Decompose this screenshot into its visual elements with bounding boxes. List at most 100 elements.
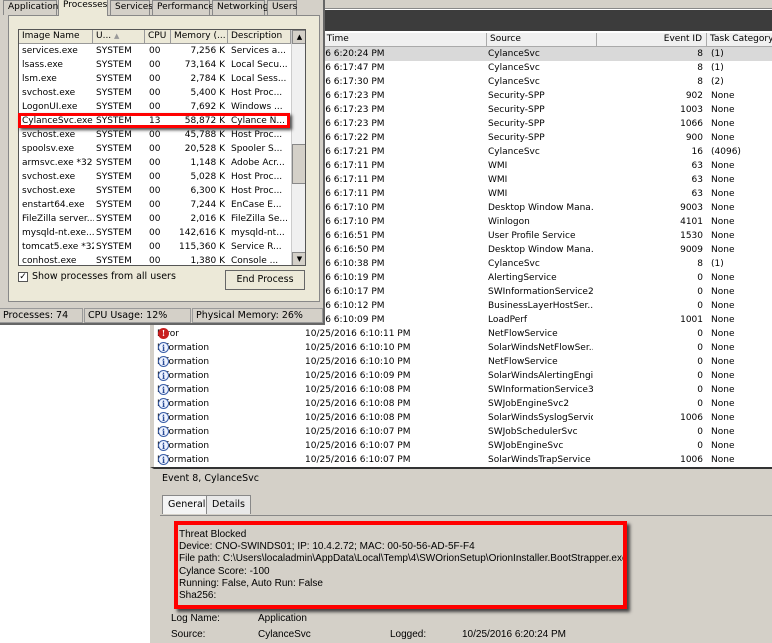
column-image-name[interactable]: Image Name <box>19 30 93 44</box>
event-id-text: 1530 <box>680 231 703 241</box>
process-description: EnCase E... <box>231 200 282 210</box>
process-row[interactable]: tomcat5.exe *32 SYSTEM 00 115,360 K Service … <box>19 240 291 254</box>
column-memory[interactable]: Memory (... <box>171 30 228 44</box>
event-task-category: None <box>711 299 771 313</box>
event-row[interactable]: i Information 10/25/2016 6:10:07 PM SolarWi… <box>154 453 772 467</box>
event-task-category: None <box>711 103 771 117</box>
process-row[interactable]: FileZilla server... SYSTEM 00 2,016 K FileZi… <box>19 212 291 226</box>
process-user: SYSTEM <box>96 214 132 224</box>
process-row[interactable]: svchost.exe SYSTEM 00 5,400 K Host Proc... <box>19 86 291 100</box>
process-row[interactable]: LogonUI.exe SYSTEM 00 7,692 K Windows ... <box>19 100 291 114</box>
column-date-time[interactable]: and Time <box>304 33 487 47</box>
process-scrollbar[interactable]: ▲ ▼ <box>291 30 305 265</box>
event-task-category-text: None <box>711 287 735 297</box>
information-icon: i <box>158 356 169 367</box>
event-level: i Information <box>157 383 297 397</box>
event-row[interactable]: i Information 10/25/2016 6:10:09 PM SolarWi… <box>154 369 772 383</box>
process-description: Adobe Acr... <box>231 158 285 168</box>
process-row[interactable]: svchost.exe SYSTEM 00 45,788 K Host Proc... <box>19 128 291 142</box>
event-detail-title: Event 8, CylanceSvc <box>162 473 259 484</box>
event-id-text: 16 <box>691 147 703 157</box>
column-task-category[interactable]: Task Category <box>707 33 772 47</box>
process-cpu: 00 <box>149 60 161 70</box>
process-description: Windows ... <box>231 102 283 112</box>
event-row[interactable]: i Information 10/25/2016 6:10:08 PM SWInfor… <box>154 383 772 397</box>
show-all-users-checkbox[interactable]: ✓ <box>18 272 28 282</box>
process-row[interactable]: conhost.exe SYSTEM 00 1,380 K Console ... <box>19 254 291 266</box>
process-highlight-box <box>18 113 290 128</box>
process-row[interactable]: armsvc.exe *32 SYSTEM 00 1,148 K Adobe Acr..… <box>19 156 291 170</box>
event-task-category-text: None <box>711 203 735 213</box>
process-memory: 2,784 K <box>190 74 225 84</box>
tab-networking[interactable]: Networking <box>212 0 269 15</box>
information-icon: i <box>158 370 169 381</box>
scroll-up-icon[interactable]: ▲ <box>292 30 305 44</box>
process-row[interactable]: enstart64.exe SYSTEM 00 7,244 K EnCase E... <box>19 198 291 212</box>
event-row[interactable]: i Information 10/25/2016 6:10:08 PM SWJobEn… <box>154 397 772 411</box>
event-id-text: 8 <box>697 63 703 73</box>
column-user[interactable]: U... ▲ <box>93 30 145 44</box>
event-date-time: 10/25/2016 6:10:08 PM <box>305 397 485 411</box>
event-row[interactable]: !Error 10/25/2016 6:10:11 PM NetFlowServic… <box>154 327 772 341</box>
event-row[interactable]: i Information 10/25/2016 6:10:10 PM SolarWi… <box>154 341 772 355</box>
event-task-category-text: None <box>711 385 735 395</box>
tab-users[interactable]: Users <box>267 0 297 15</box>
process-name: svchost.exe <box>22 172 76 182</box>
column-cpu[interactable]: CPU <box>145 30 171 44</box>
tab-details[interactable]: Details <box>206 495 251 514</box>
process-row[interactable]: services.exe SYSTEM 00 7,256 K Services a... <box>19 44 291 58</box>
process-row[interactable]: lsass.exe SYSTEM 00 73,164 K Local Secu... <box>19 58 291 72</box>
event-task-category: None <box>711 271 771 285</box>
event-date-time-text: 10/25/2016 6:10:07 PM <box>305 441 411 451</box>
event-date-time-text: 10/25/2016 6:10:11 PM <box>305 329 411 339</box>
event-date-time: /2016 6:17:11 PM <box>305 187 485 201</box>
scrollbar-thumb[interactable] <box>292 144 305 184</box>
tab-performance[interactable]: Performance <box>152 0 214 15</box>
event-task-category-text: (1) <box>711 259 724 269</box>
event-task-category: None <box>711 117 771 131</box>
process-cpu: 00 <box>149 74 161 84</box>
event-row[interactable]: i Information 10/25/2016 6:10:10 PM NetFlow… <box>154 355 772 369</box>
event-source-text: LoadPerf <box>488 315 528 325</box>
event-source-text: WMI <box>488 175 508 185</box>
process-row[interactable]: mysqld-nt.exe... SYSTEM 00 142,616 K mysqld-… <box>19 226 291 240</box>
process-name: spoolsv.exe <box>22 144 75 154</box>
column-source[interactable]: Source <box>487 33 597 47</box>
process-description: Console ... <box>231 256 279 266</box>
process-row[interactable]: svchost.exe SYSTEM 00 5,028 K Host Proc... <box>19 170 291 184</box>
event-date-time: /2016 6:20:24 PM <box>305 47 485 61</box>
tab-general[interactable]: General <box>162 495 212 514</box>
scroll-down-icon[interactable]: ▼ <box>292 252 305 265</box>
event-date-time-text: 10/25/2016 6:10:07 PM <box>305 455 411 465</box>
event-level: i Information <box>157 355 297 369</box>
process-name: mysqld-nt.exe... <box>22 228 94 238</box>
event-id: 1006 <box>597 453 703 467</box>
event-task-category: None <box>711 285 771 299</box>
information-icon: i <box>158 384 169 395</box>
end-process-button[interactable]: End Process <box>225 270 305 290</box>
event-source-text: SolarWindsTrapService <box>488 455 591 465</box>
tab-processes[interactable]: Processes <box>58 0 108 16</box>
event-source-text: SWJobEngineSvc <box>488 441 564 451</box>
event-id: 0 <box>597 299 703 313</box>
event-task-category-text: None <box>711 231 735 241</box>
event-row[interactable]: i Information 10/25/2016 6:10:07 PM SWJobEn… <box>154 439 772 453</box>
event-date-time: 10/25/2016 6:10:07 PM <box>305 453 485 467</box>
process-row[interactable]: svchost.exe SYSTEM 00 6,300 K Host Proc... <box>19 184 291 198</box>
event-row[interactable]: i Information 10/25/2016 6:10:08 PM SolarWi… <box>154 411 772 425</box>
event-source: WMI <box>488 187 593 201</box>
tab-applications[interactable]: Applications <box>3 0 63 15</box>
event-task-category-text: None <box>711 189 735 199</box>
event-task-category: (1) <box>711 257 771 271</box>
tab-services[interactable]: Services <box>110 0 153 15</box>
event-task-category: None <box>711 355 771 369</box>
event-row[interactable]: i Information 10/25/2016 6:10:07 PM SWJobSc… <box>154 425 772 439</box>
process-row[interactable]: spoolsv.exe SYSTEM 00 20,528 K Spooler S... <box>19 142 291 156</box>
show-all-users-label[interactable]: Show processes from all users <box>32 271 176 282</box>
process-memory: 45,788 K <box>184 130 225 140</box>
process-row[interactable]: lsm.exe SYSTEM 00 2,784 K Local Sess... <box>19 72 291 86</box>
column-description[interactable]: Description <box>228 30 291 44</box>
process-table[interactable]: Image Name U... ▲ CPU Memory (... Descri… <box>18 29 306 266</box>
column-event-id[interactable]: Event ID <box>597 33 707 47</box>
event-id-text: 63 <box>691 161 703 171</box>
